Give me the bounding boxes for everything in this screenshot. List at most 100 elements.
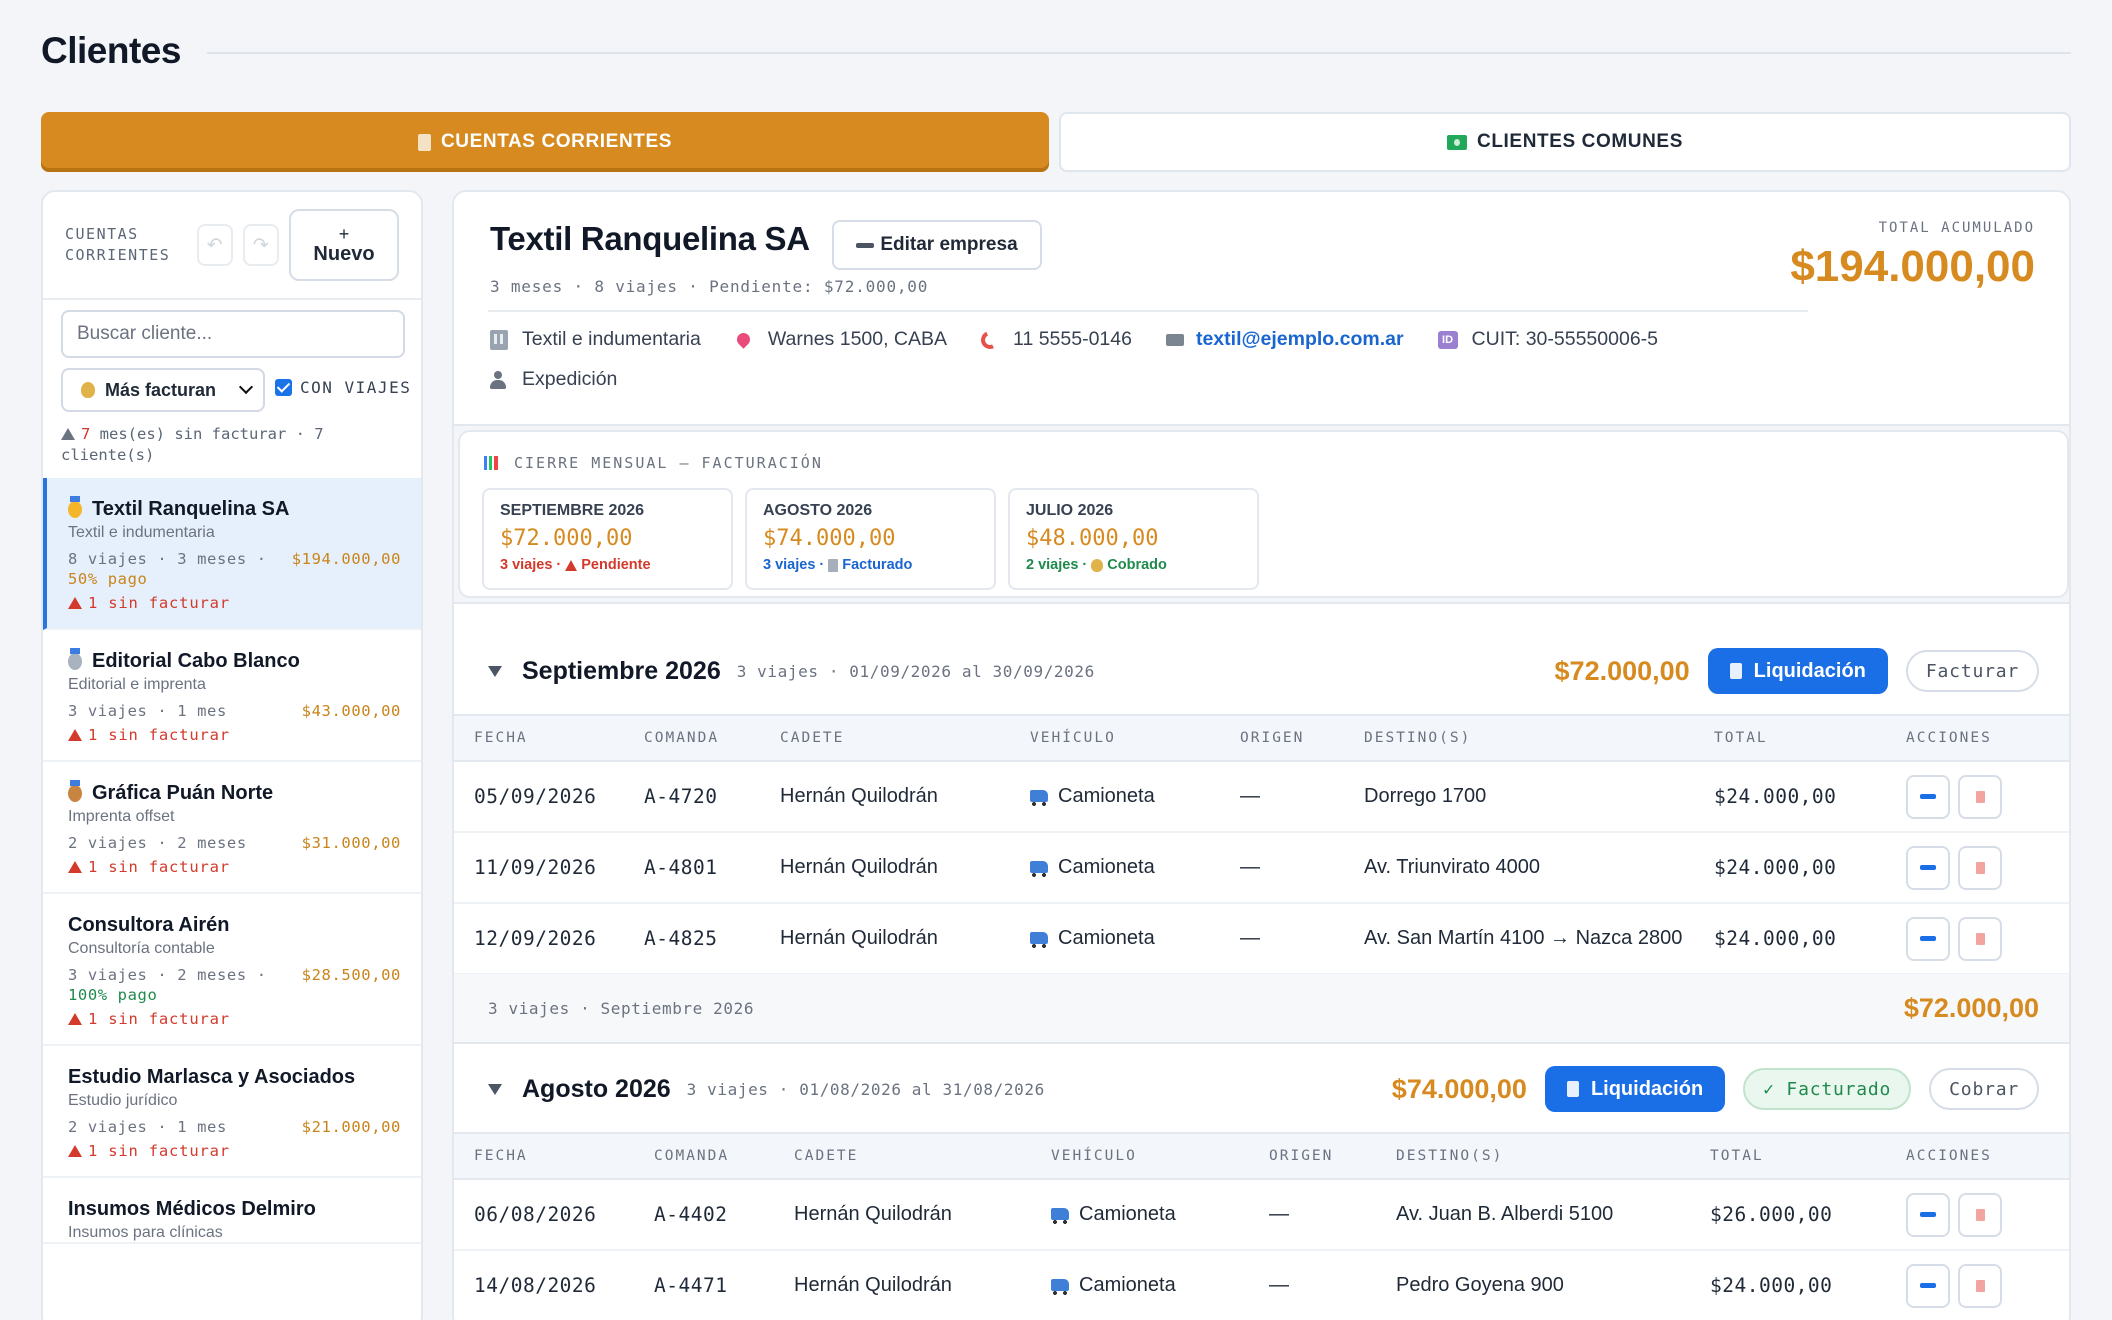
building-icon — [490, 329, 508, 350]
redo-button[interactable]: ↷ — [242, 224, 279, 266]
delete-trip-button[interactable] — [1958, 916, 2002, 961]
collapse-caret-icon[interactable] — [488, 1083, 502, 1095]
month-section-title: Septiembre 2026 — [522, 656, 721, 685]
month-card[interactable]: SEPTIEMBRE 2026 $72.000,00 3 viajes · Pen… — [482, 488, 733, 590]
document-icon — [1729, 663, 1742, 679]
company-cuit: ID CUIT: 30-55550006-5 — [1437, 328, 1658, 351]
company-summary: 3 meses · 8 viajes · Pendiente: $72.000,… — [490, 277, 929, 296]
delete-trip-button[interactable] — [1958, 1263, 2002, 1308]
sort-selected-value: Más facturan — [105, 379, 217, 400]
cell-fecha: 14/08/2026 — [454, 1250, 654, 1320]
month-card-title: SEPTIEMBRE 2026 — [500, 502, 645, 519]
company-phone: 11 5555-0146 — [978, 327, 1132, 352]
client-item-editorial-cabo-blanco[interactable]: Editorial Cabo Blanco Editorial e impren… — [43, 630, 421, 762]
new-client-button[interactable]: + Nuevo — [288, 209, 399, 281]
cell-comanda: A-4825 — [644, 903, 780, 975]
client-stats: 3 viajes · 2 meses · $28.500,00 — [68, 966, 401, 984]
cell-total: $24.000,00 — [1714, 832, 1906, 904]
client-stats: 3 viajes · 1 mes $43.000,00 — [68, 702, 401, 720]
liquidacion-button[interactable]: Liquidación — [1544, 1066, 1726, 1112]
sort-select[interactable]: Más facturan — [61, 368, 265, 412]
warning-icon — [565, 559, 578, 571]
vehiculo-text: Camioneta — [1058, 856, 1155, 878]
table-row: 12/09/2026 A-4825 Hernán Quilodrán Camio… — [454, 903, 2069, 975]
month-card-amount: $74.000,00 — [763, 526, 896, 551]
cell-vehiculo: Camioneta — [1030, 903, 1240, 975]
tab-cuentas-corrientes[interactable]: CUENTAS CORRIENTES — [41, 112, 1049, 172]
delete-trip-button[interactable] — [1958, 845, 2002, 890]
id-icon: ID — [1437, 330, 1458, 349]
monthly-close-card: CIERRE MENSUAL — FACTURACIÓN SEPTIEMBRE … — [458, 430, 2069, 598]
client-item-grafica-puan-norte[interactable]: Gráfica Puán Norte Imprenta offset 2 via… — [43, 762, 421, 894]
liquidacion-button[interactable]: Liquidación — [1707, 648, 1888, 694]
liquidacion-label: Liquidación — [1590, 1077, 1704, 1100]
con-viajes-checkbox[interactable] — [275, 379, 292, 396]
warning-icon — [68, 729, 82, 741]
bar-chart-icon — [484, 456, 498, 470]
client-industry: Imprenta offset — [68, 808, 175, 825]
document-icon — [1566, 1081, 1579, 1097]
client-stats: 8 viajes · 3 meses · $194.000,00 — [68, 550, 401, 568]
client-item-insumos-medicos[interactable]: Insumos Médicos Delmiro Insumos para clí… — [43, 1178, 421, 1244]
warning-icon — [68, 1013, 82, 1025]
edit-trip-button[interactable] — [1906, 774, 1950, 819]
delete-trip-button[interactable] — [1958, 774, 2002, 819]
client-unbilled: 1 sin facturar — [68, 594, 401, 628]
month-section-actions: $72.000,00 Liquidación Facturar — [1555, 648, 2039, 694]
edit-company-button[interactable]: Editar empresa — [832, 220, 1042, 270]
client-search-input[interactable] — [61, 310, 405, 358]
col-total: TOTAL — [1710, 1132, 1906, 1180]
month-card-title: AGOSTO 2026 — [763, 502, 873, 519]
cell-vehiculo: Camioneta — [1030, 832, 1240, 904]
money-icon — [1447, 134, 1468, 150]
client-name: Estudio Marlasca y Asociados — [68, 1066, 356, 1088]
client-amount: $28.500,00 — [301, 966, 401, 984]
money-bag-icon — [81, 382, 95, 398]
undo-button[interactable]: ↶ — [196, 224, 233, 266]
month-card-trips: 2 viajes · — [1026, 557, 1088, 573]
client-item-textil-ranquelina[interactable]: Textil Ranquelina SA Textil e indumentar… — [43, 478, 421, 630]
cell-fecha: 11/09/2026 — [454, 832, 644, 904]
client-paid-percent: 50% pago — [68, 570, 148, 588]
cobrar-button[interactable]: Cobrar — [1929, 1068, 2039, 1110]
cell-origen: — — [1269, 1250, 1396, 1320]
cell-total: $24.000,00 — [1714, 761, 1906, 833]
month-card[interactable]: JULIO 2026 $48.000,00 2 viajes · Cobrado — [1008, 488, 1259, 590]
client-stats: 2 viajes · 1 mes $21.000,00 — [68, 1118, 401, 1136]
facturar-button[interactable]: Facturar — [1905, 650, 2039, 692]
facturado-label: ✓ Facturado — [1763, 1078, 1892, 1100]
client-name-row: Textil Ranquelina SA — [68, 496, 401, 521]
cell-cadete: Hernán Quilodrán — [780, 903, 1030, 975]
cell-acciones — [1906, 832, 2069, 904]
page-header: Clientes — [41, 28, 2071, 74]
month-card[interactable]: AGOSTO 2026 $74.000,00 3 viajes · Factura… — [745, 488, 996, 590]
edit-trip-button[interactable] — [1906, 1263, 1950, 1308]
divider — [488, 310, 1808, 312]
cell-destino: Dorrego 1700 — [1364, 761, 1714, 833]
facturar-label: Facturar — [1925, 660, 2019, 682]
client-name: Editorial Cabo Blanco — [92, 650, 300, 672]
edit-trip-button[interactable] — [1906, 845, 1950, 890]
client-detail-panel: Textil Ranquelina SA Editar empresa 3 me… — [452, 190, 2071, 1320]
client-name: Textil Ranquelina SA — [92, 498, 290, 520]
company-industry: Textil e indumentaria — [490, 328, 701, 351]
delete-trip-button[interactable] — [1958, 1192, 2002, 1237]
edit-trip-button[interactable] — [1906, 1192, 1950, 1237]
email-link[interactable]: textil@ejemplo.com.ar — [1196, 328, 1404, 351]
table-header-row: FECHA COMANDA CADETE VEHÍCULO ORIGEN DES… — [454, 714, 2069, 762]
edit-trip-button[interactable] — [1906, 916, 1950, 961]
client-item-consultora-airen[interactable]: Consultora Airén Consultoría contable 3 … — [43, 894, 421, 1046]
collapse-caret-icon[interactable] — [488, 665, 502, 677]
cell-comanda: A-4801 — [644, 832, 780, 904]
cell-acciones — [1906, 1179, 2069, 1251]
van-icon — [1051, 1279, 1069, 1295]
tab-clientes-comunes[interactable]: CLIENTES COMUNES — [1059, 112, 2071, 172]
warning-icon — [68, 597, 82, 609]
con-viajes-filter[interactable]: CON VIAJES — [275, 378, 411, 397]
monthly-close-title: CIERRE MENSUAL — FACTURACIÓN — [484, 454, 823, 472]
receipt-icon — [828, 558, 839, 572]
industry-text: Textil e indumentaria — [522, 328, 701, 350]
vehiculo-text: Camioneta — [1058, 927, 1155, 949]
client-item-estudio-marlasca[interactable]: Estudio Marlasca y Asociados Estudio jur… — [43, 1046, 421, 1178]
client-stats-text: 8 viajes · 3 meses · — [68, 550, 267, 568]
